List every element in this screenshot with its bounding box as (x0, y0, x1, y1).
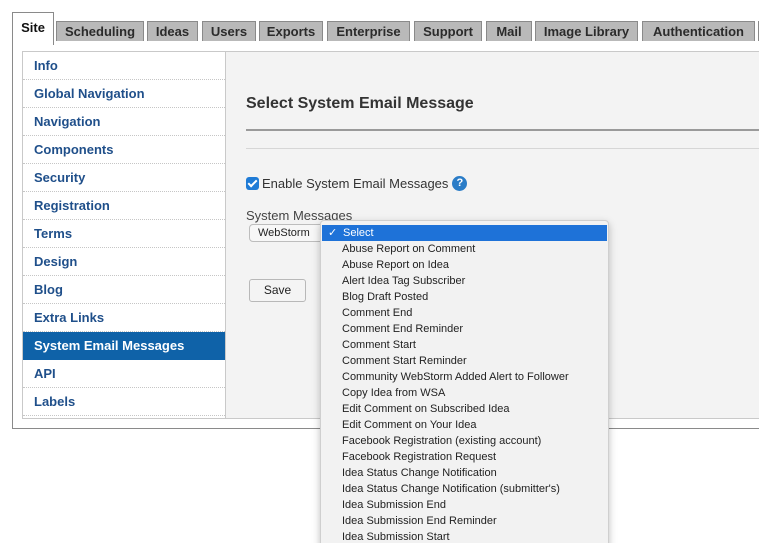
dropdown-option[interactable]: ✓ Select (322, 225, 607, 241)
enable-system-email-checkbox[interactable] (246, 176, 259, 190)
dropdown-option-label: Idea Submission End (342, 499, 446, 511)
sidebar-item-components[interactable]: Components (23, 136, 225, 164)
dropdown-option[interactable]: Copy Idea from WSA (321, 385, 608, 401)
sidebar-item-labels[interactable]: Labels (23, 388, 225, 416)
enable-row: Enable System Email Messages ? (246, 175, 468, 191)
sidebar: Info Global Navigation Navigation Compon… (23, 52, 226, 418)
dropdown-option-label: Community WebStorm Added Alert to Follow… (342, 371, 569, 383)
dropdown-option[interactable]: Comment End (321, 305, 608, 321)
sidebar-item-system-email-messages[interactable]: System Email Messages (23, 332, 225, 360)
dropdown-option[interactable]: Edit Comment on Your Idea (321, 417, 608, 433)
dropdown-option[interactable]: Comment End Reminder (321, 321, 608, 337)
dropdown-option-label: Idea Status Change Notification (submitt… (342, 483, 560, 495)
sidebar-item-terms[interactable]: Terms (23, 220, 225, 248)
dropdown-option[interactable]: Facebook Registration (existing account) (321, 433, 608, 449)
title-divider (246, 129, 759, 131)
dropdown-option[interactable]: Idea Submission End Reminder (321, 513, 608, 529)
tab-ideas[interactable]: Ideas (147, 21, 198, 42)
tab-support[interactable]: Support (414, 21, 482, 42)
enable-system-email-label[interactable]: Enable System Email Messages (262, 176, 448, 191)
dropdown-option[interactable]: Comment Start (321, 337, 608, 353)
page-title: Select System Email Message (246, 95, 474, 112)
dropdown-option-label: Comment End Reminder (342, 323, 464, 335)
dropdown-option-label: Alert Idea Tag Subscriber (342, 275, 466, 287)
dropdown-option-label: Idea Submission Start (342, 531, 450, 543)
admin-page: Site Scheduling Ideas Users Exports Ente… (0, 0, 759, 543)
sidebar-item-api[interactable]: API (23, 360, 225, 388)
dropdown-option[interactable]: Community WebStorm Added Alert to Follow… (321, 369, 608, 385)
sidebar-item-security[interactable]: Security (23, 164, 225, 192)
dropdown-option[interactable]: Idea Status Change Notification (submitt… (321, 481, 608, 497)
dropdown-option-label: Facebook Registration Request (342, 451, 497, 463)
dropdown-option-label: Select (343, 227, 374, 239)
tab-users[interactable]: Users (202, 21, 256, 42)
sidebar-item-blog[interactable]: Blog (23, 276, 225, 304)
dropdown-option-label: Blog Draft Posted (342, 291, 429, 303)
sidebar-item-design[interactable]: Design (23, 248, 225, 276)
dropdown-option-label: Facebook Registration (existing account) (342, 435, 542, 447)
sidebar-item-extra-links[interactable]: Extra Links (23, 304, 225, 332)
sidebar-item-navigation[interactable]: Navigation (23, 108, 225, 136)
sidebar-item-info[interactable]: Info (23, 52, 225, 80)
dropdown-option-label: Abuse Report on Idea (342, 259, 450, 271)
dropdown-option-label: Abuse Report on Comment (342, 243, 476, 255)
dropdown-option-label: Edit Comment on Your Idea (342, 419, 477, 431)
sidebar-item-registration[interactable]: Registration (23, 192, 225, 220)
dropdown-option-label: Edit Comment on Subscribed Idea (342, 403, 510, 415)
dropdown-option[interactable]: Idea Status Change Notification (321, 465, 608, 481)
dropdown-option-label: Idea Submission End Reminder (342, 515, 497, 527)
tab-site[interactable]: Site (12, 12, 54, 45)
system-messages-dropdown: ✓ Select Abuse Report on Comment Abuse Repo… (320, 220, 609, 543)
dropdown-option[interactable]: Comment Start Reminder (321, 353, 608, 369)
dropdown-option-label: Comment Start (342, 339, 416, 351)
dropdown-option[interactable]: Abuse Report on Comment (321, 241, 608, 257)
dropdown-option[interactable]: Edit Comment on Subscribed Idea (321, 401, 608, 417)
dropdown-option[interactable]: Abuse Report on Idea (321, 257, 608, 273)
dropdown-option[interactable]: Idea Submission Start (321, 529, 608, 543)
dropdown-option-label: Comment End (342, 307, 413, 319)
checkmark-icon: ✓ (328, 227, 338, 239)
dropdown-option[interactable]: Idea Submission End (321, 497, 608, 513)
dropdown-option[interactable]: Facebook Registration Request (321, 449, 608, 465)
tab-scheduling[interactable]: Scheduling (56, 21, 144, 42)
save-button[interactable]: Save (249, 279, 306, 302)
tab-exports[interactable]: Exports (259, 21, 323, 42)
tab-enterprise[interactable]: Enterprise (327, 21, 410, 42)
dropdown-option[interactable]: Alert Idea Tag Subscriber (321, 273, 608, 289)
tab-authentication[interactable]: Authentication (642, 21, 755, 42)
sidebar-item-global-navigation[interactable]: Global Navigation (23, 80, 225, 108)
dropdown-option-label: Idea Status Change Notification (342, 467, 497, 479)
help-icon[interactable]: ? (452, 175, 468, 191)
dropdown-option[interactable]: Blog Draft Posted (321, 289, 608, 305)
system-messages-select[interactable]: WebStorm (249, 224, 325, 242)
dropdown-option-label: Comment Start Reminder (342, 355, 467, 367)
dropdown-option-label: Copy Idea from WSA (342, 387, 446, 399)
section-divider (246, 148, 759, 149)
tab-mail[interactable]: Mail (486, 21, 532, 42)
tab-image-library[interactable]: Image Library (535, 21, 638, 42)
